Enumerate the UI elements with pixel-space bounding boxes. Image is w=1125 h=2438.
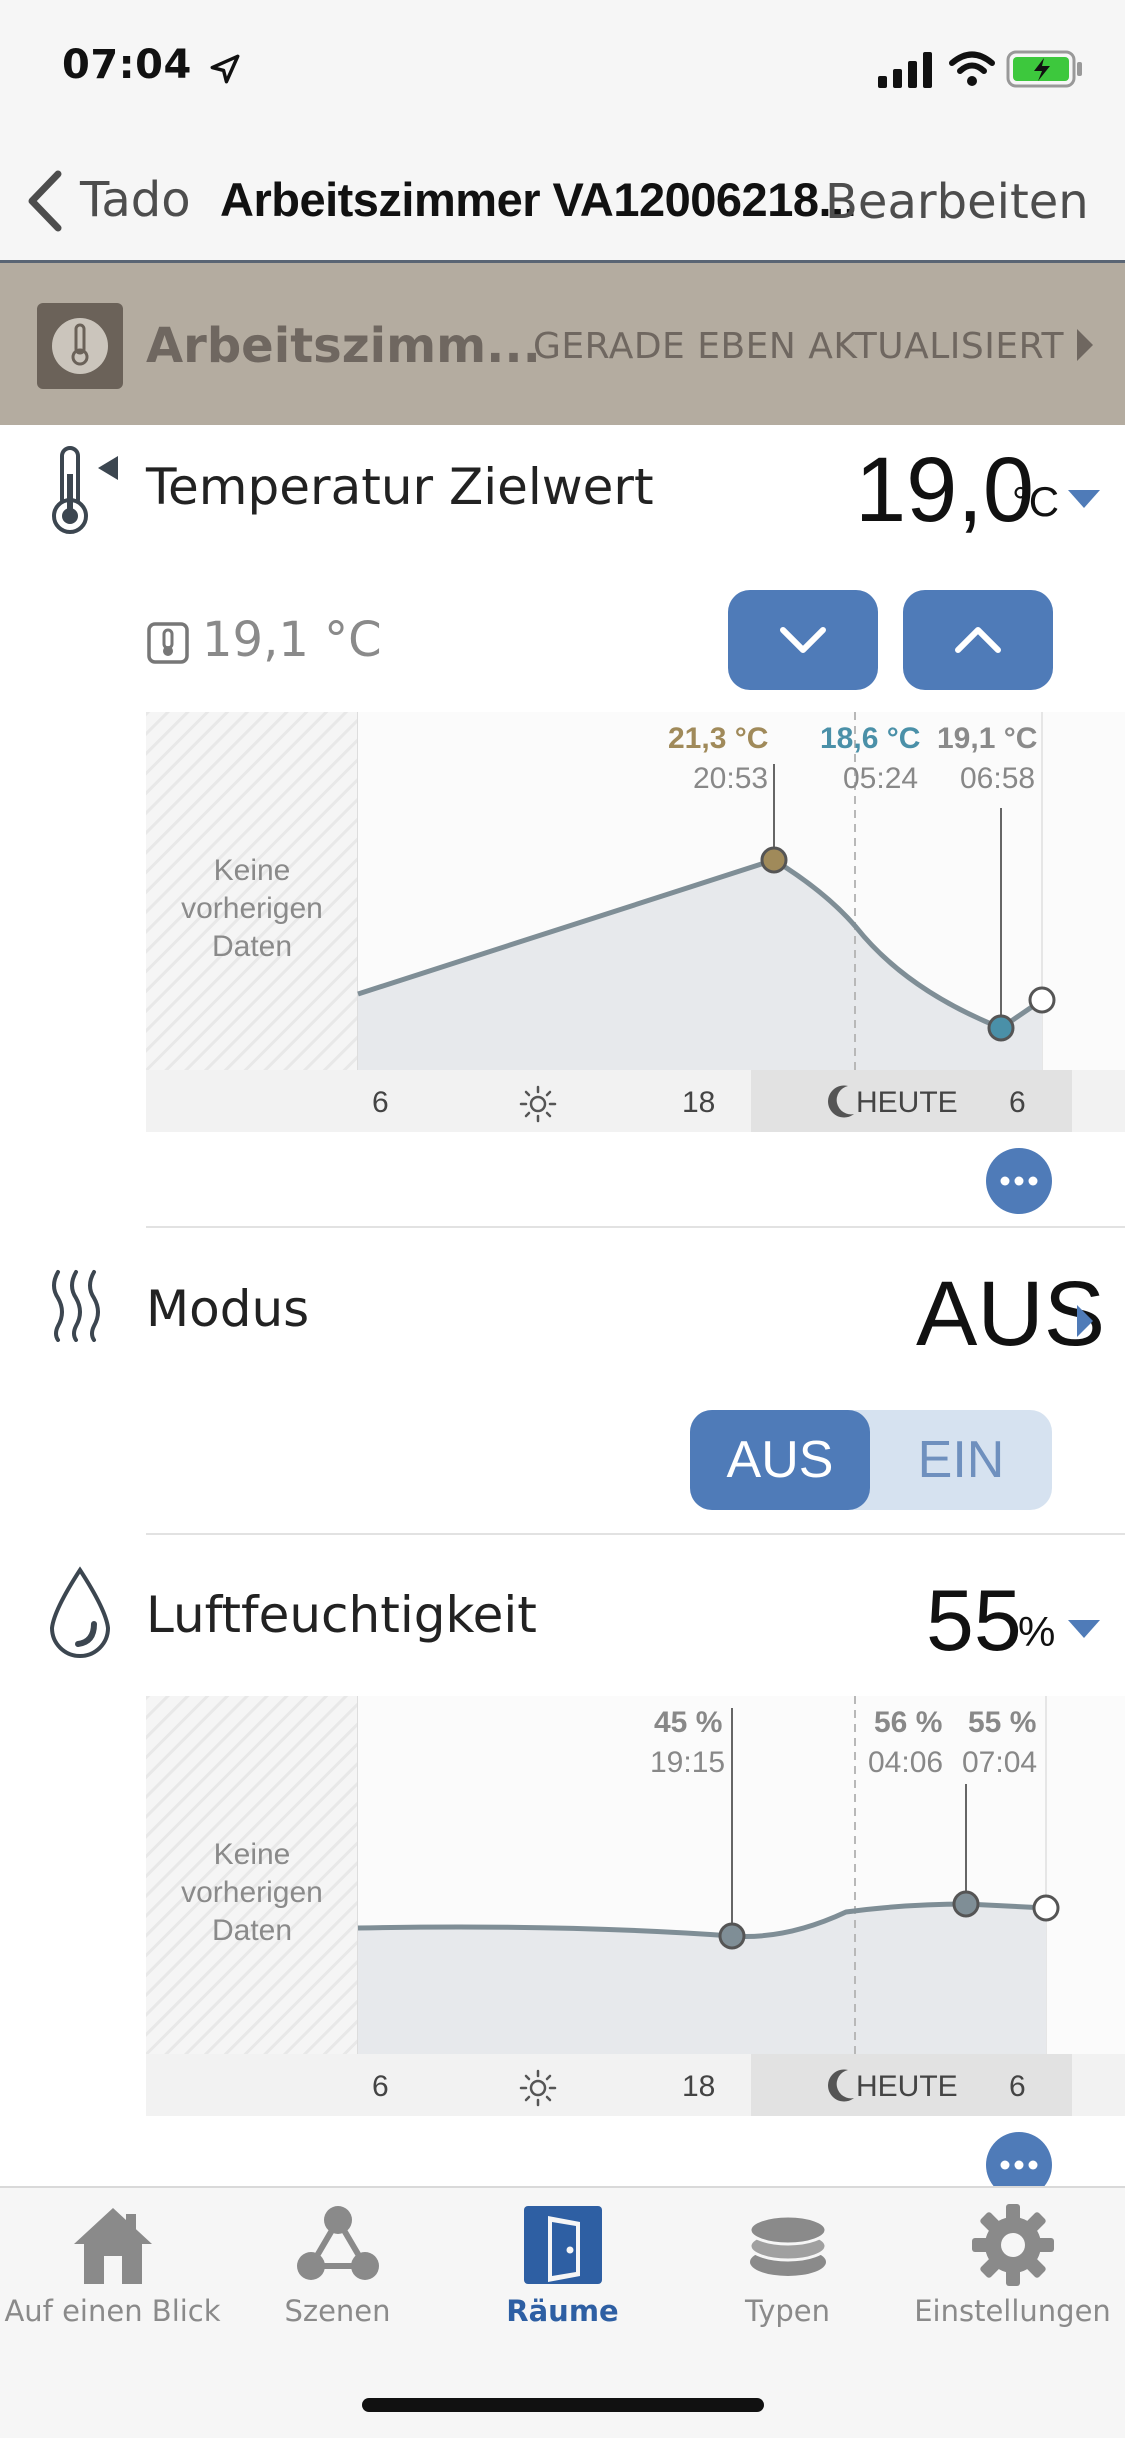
house-icon bbox=[73, 2208, 152, 2284]
chevron-up-icon bbox=[955, 627, 1001, 653]
more-dots-icon bbox=[1000, 2160, 1038, 2170]
dropdown-triangle-icon[interactable] bbox=[1066, 1618, 1102, 1640]
sun-icon bbox=[519, 2069, 557, 2107]
axis-tick: 18 bbox=[682, 1086, 716, 1119]
battery-icon bbox=[1006, 50, 1082, 88]
back-button[interactable]: Tado bbox=[80, 172, 191, 228]
hum-min-time: 19:15 bbox=[650, 1746, 726, 1779]
radiator-thermometer-icon bbox=[147, 622, 189, 664]
tab-scenes[interactable]: Szenen bbox=[225, 2200, 450, 2328]
max-point bbox=[760, 846, 788, 874]
more-dots-icon bbox=[1000, 1176, 1038, 1186]
humidity-no-data: Keine vorherigen Daten bbox=[181, 1838, 323, 1947]
tab-label: Einstellungen bbox=[914, 2294, 1111, 2328]
hum-max-time: 04:06 bbox=[868, 1746, 944, 1779]
current-point bbox=[1032, 1894, 1060, 1922]
thermometer-icon bbox=[52, 446, 118, 534]
location-icon bbox=[210, 54, 240, 84]
device-name: Arbeitszimm... bbox=[146, 318, 541, 374]
chevron-down-icon bbox=[780, 627, 826, 653]
device-status: GERADE EBEN AKTUALISIERT bbox=[533, 326, 1064, 367]
temperature-unit: °C bbox=[1012, 478, 1060, 525]
home-indicator[interactable] bbox=[362, 2398, 764, 2412]
tab-overview[interactable]: Auf einen Blick bbox=[0, 2200, 225, 2328]
edit-button[interactable]: Bearbeiten bbox=[825, 174, 1089, 230]
temp-min-value: 18,6 °C bbox=[820, 722, 921, 755]
temp-current-value: 19,1 °C bbox=[937, 722, 1038, 755]
signal-icon bbox=[878, 52, 932, 88]
scenes-icon bbox=[296, 2206, 379, 2280]
tab-settings[interactable]: Einstellungen bbox=[900, 2200, 1125, 2328]
dropdown-triangle-icon[interactable] bbox=[1066, 488, 1102, 510]
min-point bbox=[987, 1014, 1015, 1042]
axis-tick: 6 bbox=[1009, 1086, 1026, 1119]
mode-label: Modus bbox=[146, 1280, 310, 1338]
decrease-temperature-button[interactable] bbox=[728, 590, 878, 690]
tab-label: Szenen bbox=[284, 2294, 391, 2328]
moon-icon bbox=[828, 2069, 854, 2102]
mode-toggle-on[interactable]: EIN bbox=[870, 1410, 1052, 1510]
chevron-right-icon bbox=[1077, 329, 1093, 361]
temp-current-time: 06:58 bbox=[960, 762, 1036, 795]
tab-label: Typen bbox=[745, 2294, 830, 2328]
page-title: Arbeitszimmer VA12006218... bbox=[220, 173, 857, 226]
wifi-icon bbox=[949, 51, 995, 86]
layers-icon bbox=[748, 2214, 827, 2276]
status-time: 07:04 bbox=[62, 42, 192, 88]
tab-label: Auf einen Blick bbox=[4, 2294, 221, 2328]
sun-icon bbox=[519, 1085, 557, 1123]
current-point bbox=[1028, 986, 1056, 1014]
temperature-no-data: Keine vorherigen Daten bbox=[181, 854, 323, 963]
temp-max-value: 21,3 °C bbox=[668, 722, 769, 755]
temp-max-time: 20:53 bbox=[693, 762, 769, 795]
axis-tick: 6 bbox=[1009, 2070, 1026, 2103]
tab-rooms[interactable]: Räume bbox=[450, 2200, 675, 2328]
axis-tick: 18 bbox=[682, 2070, 716, 2103]
section-divider bbox=[146, 1533, 1125, 1535]
axis-today: HEUTE bbox=[856, 2070, 958, 2103]
min-point bbox=[718, 1922, 746, 1950]
moon-icon bbox=[828, 1085, 854, 1118]
droplet-icon bbox=[49, 1566, 111, 1658]
hum-current-value: 55 % bbox=[968, 1706, 1037, 1739]
section-divider bbox=[146, 1226, 1125, 1228]
humidity-unit: % bbox=[1018, 1608, 1056, 1655]
door-icon bbox=[523, 2206, 602, 2284]
axis-today: HEUTE bbox=[856, 1086, 958, 1119]
temperature-value[interactable]: 19,0 bbox=[855, 438, 1034, 543]
heating-icon bbox=[52, 1270, 100, 1342]
max-point bbox=[952, 1890, 980, 1918]
tab-label: Räume bbox=[506, 2294, 619, 2328]
increase-temperature-button[interactable] bbox=[903, 590, 1053, 690]
hum-max-value: 56 % bbox=[874, 1706, 943, 1739]
thermostat-device-icon bbox=[52, 318, 108, 374]
hum-min-value: 45 % bbox=[654, 1706, 723, 1739]
chevron-right-icon[interactable] bbox=[1074, 1302, 1096, 1340]
current-temperature: 19,1 °C bbox=[202, 612, 382, 668]
humidity-value[interactable]: 55 bbox=[926, 1572, 1022, 1671]
chevron-left-icon[interactable] bbox=[22, 168, 66, 234]
axis-tick: 6 bbox=[372, 2070, 389, 2103]
gear-icon bbox=[971, 2204, 1054, 2286]
temp-min-time: 05:24 bbox=[843, 762, 919, 795]
temperature-label: Temperatur Zielwert bbox=[146, 458, 654, 516]
tab-types[interactable]: Typen bbox=[675, 2200, 900, 2328]
axis-tick: 6 bbox=[372, 1086, 389, 1119]
temperature-more-button[interactable] bbox=[986, 1148, 1052, 1214]
hum-current-time: 07:04 bbox=[962, 1746, 1038, 1779]
mode-toggle-off[interactable]: AUS bbox=[690, 1410, 870, 1510]
humidity-label: Luftfeuchtigkeit bbox=[146, 1586, 537, 1644]
